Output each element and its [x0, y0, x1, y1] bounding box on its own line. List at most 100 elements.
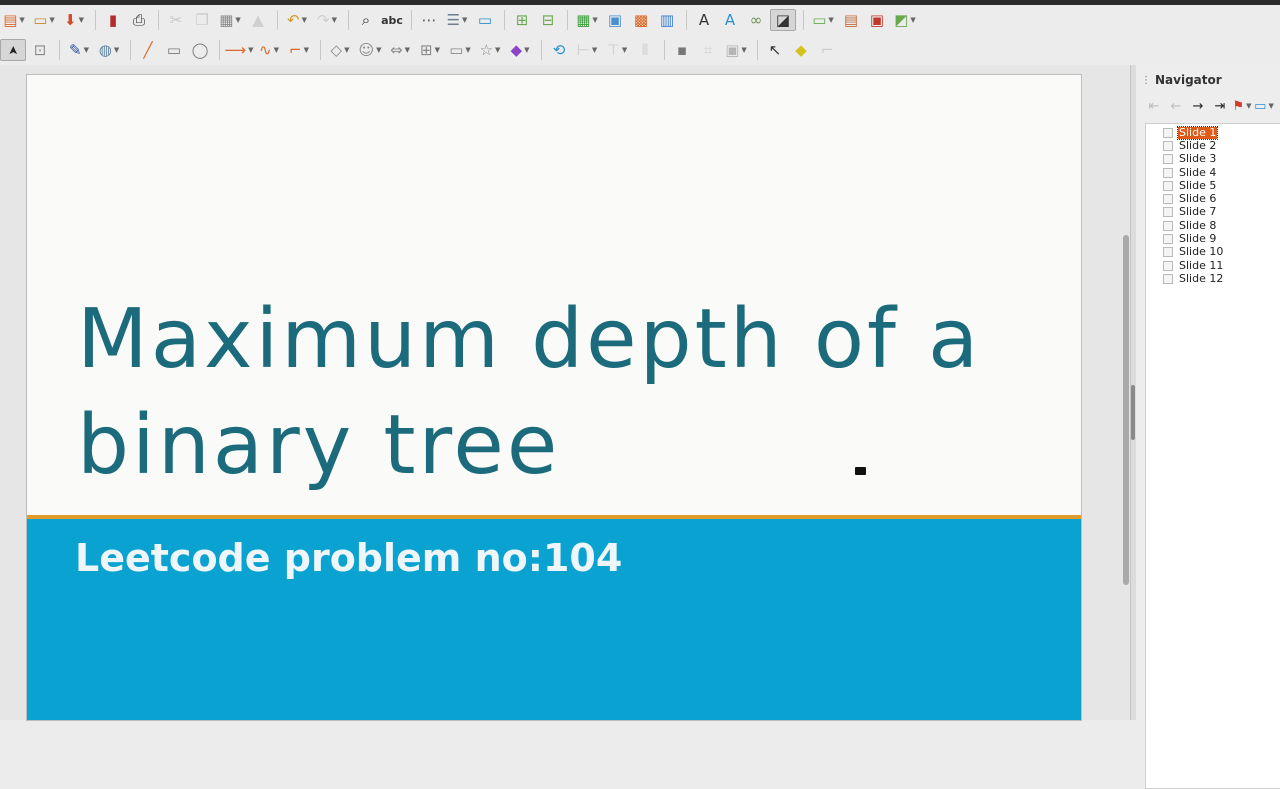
- line-button[interactable]: ╱: [136, 39, 160, 61]
- splitter-grip-handle[interactable]: [1131, 385, 1135, 440]
- chevron-down-icon[interactable]: ▼: [592, 46, 597, 54]
- select-button[interactable]: ➤: [0, 39, 26, 61]
- previous-slide-button[interactable]: ←: [1166, 95, 1186, 117]
- drag-mode-button[interactable]: ⚑ ▼: [1232, 95, 1252, 117]
- chevron-down-icon[interactable]: ▼: [622, 46, 627, 54]
- open-button[interactable]: ▭ ▼: [30, 9, 58, 31]
- chart-button[interactable]: ▥: [655, 9, 679, 31]
- navigator-slide-item[interactable]: Slide 3: [1146, 153, 1280, 166]
- save-button[interactable]: ⬇ ▼: [60, 9, 88, 31]
- crop-button[interactable]: ⌗: [696, 39, 720, 61]
- distribute-button[interactable]: ⦀: [633, 39, 657, 61]
- chevron-down-icon[interactable]: ▼: [19, 16, 24, 24]
- symbol-shapes-button[interactable]: ☺ ▼: [356, 39, 384, 61]
- text-box-button[interactable]: A: [692, 9, 716, 31]
- 3d-objects-button[interactable]: ◆ ▼: [506, 39, 534, 61]
- chevron-down-icon[interactable]: ▼: [114, 46, 119, 54]
- print-button[interactable]: ⎙: [127, 9, 151, 31]
- chevron-down-icon[interactable]: ▼: [302, 16, 307, 24]
- chevron-down-icon[interactable]: ▼: [462, 16, 467, 24]
- image-button[interactable]: ▣: [603, 9, 627, 31]
- navigator-slide-item[interactable]: Slide 5: [1146, 179, 1280, 192]
- cut-button[interactable]: ✂: [164, 9, 188, 31]
- navigator-slide-item[interactable]: Slide 8: [1146, 219, 1280, 232]
- panel-grip-icon[interactable]: ⋮: [1141, 75, 1151, 86]
- chevron-down-icon[interactable]: ▼: [344, 46, 349, 54]
- chevron-down-icon[interactable]: ▼: [84, 46, 89, 54]
- callouts-button[interactable]: ▭ ▼: [446, 39, 474, 61]
- chevron-down-icon[interactable]: ▼: [495, 46, 500, 54]
- next-slide-button[interactable]: →: [1188, 95, 1208, 117]
- grid-button[interactable]: ⋯: [417, 9, 441, 31]
- slide-title[interactable]: Maximum depth of a binary tree: [77, 287, 1057, 499]
- master-slide-button[interactable]: ▭: [473, 9, 497, 31]
- chevron-down-icon[interactable]: ▼: [235, 16, 240, 24]
- copy-button[interactable]: ❐: [190, 9, 214, 31]
- new-slide-button[interactable]: ⊞: [510, 9, 534, 31]
- navigator-slide-item[interactable]: Slide 2: [1146, 139, 1280, 152]
- chevron-down-icon[interactable]: ▼: [741, 46, 746, 54]
- navigator-slide-item[interactable]: Slide 12: [1146, 272, 1280, 285]
- display-views-button[interactable]: ☰ ▼: [443, 9, 471, 31]
- rotate-button[interactable]: ⟲: [547, 39, 571, 61]
- last-slide-button[interactable]: ⇥: [1210, 95, 1230, 117]
- vertical-scrollbar[interactable]: [1123, 235, 1129, 585]
- chevron-down-icon[interactable]: ▼: [79, 16, 84, 24]
- connector-button[interactable]: ⌐ ▼: [285, 39, 313, 61]
- show-shapes-button[interactable]: ▭ ▼: [1254, 95, 1274, 117]
- arrange-button[interactable]: ⊤ ▼: [603, 39, 631, 61]
- chevron-down-icon[interactable]: ▼: [524, 46, 529, 54]
- curve-button[interactable]: ∿ ▼: [255, 39, 283, 61]
- draw-functions-button[interactable]: ◪: [770, 9, 796, 31]
- filter-button[interactable]: ▣ ▼: [722, 39, 750, 61]
- rectangle-button[interactable]: ▭: [162, 39, 186, 61]
- line-arrow-button[interactable]: ⟶ ▼: [225, 39, 254, 61]
- export-pdf-button[interactable]: ▮: [101, 9, 125, 31]
- chevron-down-icon[interactable]: ▼: [376, 46, 381, 54]
- duplicate-slide-button[interactable]: ⊟: [536, 9, 560, 31]
- ellipse-button[interactable]: ◯: [188, 39, 212, 61]
- align-button[interactable]: ⊢ ▼: [573, 39, 601, 61]
- chevron-down-icon[interactable]: ▼: [304, 46, 309, 54]
- block-arrows-button[interactable]: ⇔ ▼: [386, 39, 414, 61]
- delete-slide-button[interactable]: ▣: [865, 9, 889, 31]
- find-replace-button[interactable]: ⌕: [354, 9, 378, 31]
- paste-button[interactable]: ▦ ▼: [216, 9, 244, 31]
- zoom-pan-button[interactable]: ⊡: [28, 39, 52, 61]
- chevron-down-icon[interactable]: ▼: [828, 16, 833, 24]
- slide-subtitle[interactable]: Leetcode problem no:104: [75, 536, 622, 580]
- redo-button[interactable]: ↷ ▼: [313, 9, 341, 31]
- new-button[interactable]: ▤ ▼: [0, 9, 28, 31]
- stars-button[interactable]: ☆ ▼: [476, 39, 504, 61]
- flowchart-button[interactable]: ⊞ ▼: [416, 39, 444, 61]
- shadow-button[interactable]: ▪: [670, 39, 694, 61]
- chevron-down-icon[interactable]: ▼: [274, 46, 279, 54]
- chevron-down-icon[interactable]: ▼: [332, 16, 337, 24]
- chevron-down-icon[interactable]: ▼: [405, 46, 410, 54]
- media-button[interactable]: ▩: [629, 9, 653, 31]
- chevron-down-icon[interactable]: ▼: [1268, 102, 1273, 110]
- toggle-extrusion-button[interactable]: ◆: [789, 39, 813, 61]
- chevron-down-icon[interactable]: ▼: [1246, 102, 1251, 110]
- navigator-slide-item[interactable]: Slide 9: [1146, 232, 1280, 245]
- navigator-slide-item[interactable]: Slide 10: [1146, 246, 1280, 259]
- hyperlink-button[interactable]: ∞: [744, 9, 768, 31]
- chevron-down-icon[interactable]: ▼: [465, 46, 470, 54]
- table-button[interactable]: ▦ ▼: [573, 9, 601, 31]
- chevron-down-icon[interactable]: ▼: [435, 46, 440, 54]
- slide-canvas[interactable]: Maximum depth of a binary tree Leetcode …: [27, 75, 1081, 720]
- show-gluepoints-button[interactable]: ↖: [763, 39, 787, 61]
- start-slideshow-button[interactable]: ▭ ▼: [809, 9, 837, 31]
- interaction-button[interactable]: ⌐: [815, 39, 839, 61]
- navigator-slide-item[interactable]: Slide 11: [1146, 259, 1280, 272]
- chevron-down-icon[interactable]: ▼: [248, 46, 253, 54]
- navigator-slide-item[interactable]: Slide 4: [1146, 166, 1280, 179]
- basic-shapes-button[interactable]: ◇ ▼: [326, 39, 354, 61]
- undo-button[interactable]: ↶ ▼: [283, 9, 311, 31]
- chevron-down-icon[interactable]: ▼: [910, 16, 915, 24]
- first-slide-button[interactable]: ⇤: [1144, 95, 1164, 117]
- spelling-button[interactable]: abc: [380, 9, 404, 31]
- fontwork-button[interactable]: A: [718, 9, 742, 31]
- navigator-slide-item[interactable]: Slide 6: [1146, 192, 1280, 205]
- navigator-slide-item[interactable]: Slide 1: [1146, 125, 1280, 140]
